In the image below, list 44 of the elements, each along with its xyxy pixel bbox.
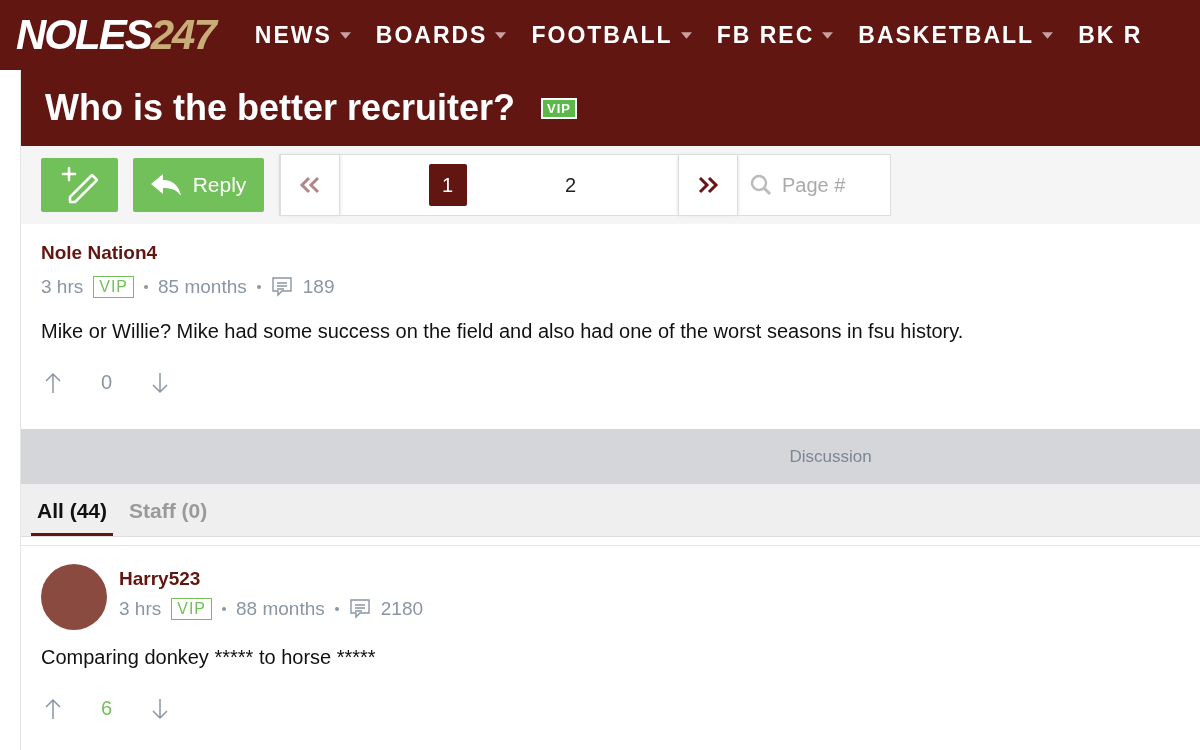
- nav-link[interactable]: BOARDS: [375, 21, 507, 49]
- comment-icon: [348, 598, 371, 620]
- first-page-button[interactable]: [280, 155, 340, 215]
- thread-title: Who is the better recruiter?: [45, 87, 516, 129]
- separator-dot: [334, 607, 339, 611]
- member-tenure: 88 months: [236, 598, 325, 620]
- post-count: 189: [302, 276, 335, 298]
- search-icon: [750, 174, 772, 196]
- page-number[interactable]: 1: [428, 164, 467, 206]
- post-body: Mike or Willie? Mike had some success on the field and also had one of the worst seasons in fsu history.: [41, 320, 965, 343]
- nav-link[interactable]: FB REC: [716, 21, 834, 49]
- separator-dot: [144, 285, 149, 289]
- upvote-arrow-icon[interactable]: [45, 697, 61, 720]
- filter-tab[interactable]: All (44): [31, 499, 113, 536]
- upvote-arrow-icon[interactable]: [45, 371, 61, 394]
- author-name[interactable]: Nole Nation4: [41, 242, 1180, 264]
- vote-score: 6: [101, 697, 113, 720]
- downvote-arrow-icon[interactable]: [152, 697, 169, 720]
- separator-dot: [256, 285, 261, 289]
- page-number[interactable]: 2: [551, 164, 590, 206]
- member-tenure: 85 months: [158, 276, 247, 298]
- double-chevron-left-icon: [299, 176, 321, 194]
- nav-link[interactable]: NEWS: [254, 21, 351, 49]
- downvote-arrow-icon[interactable]: [152, 371, 169, 394]
- vip-badge: VIP: [171, 598, 213, 620]
- separator-dot: [222, 607, 227, 611]
- comment-body: Comparing donkey ***** to horse *****: [41, 646, 377, 669]
- post-time: 3 hrs: [41, 276, 84, 298]
- comment-icon: [270, 276, 293, 298]
- nav-link[interactable]: BASKETBALL: [858, 21, 1054, 49]
- post-time: 3 hrs: [119, 598, 162, 620]
- author-name[interactable]: Harry523: [119, 568, 424, 590]
- nav-link[interactable]: BK R: [1078, 21, 1143, 49]
- vip-badge: VIP: [541, 97, 578, 119]
- nav-link[interactable]: FOOTBALL: [531, 21, 692, 49]
- new-post-button[interactable]: [41, 158, 118, 212]
- last-page-button[interactable]: [678, 155, 738, 215]
- vip-badge: VIP: [93, 276, 135, 298]
- post-count: 2180: [380, 598, 424, 620]
- reply-arrow-icon: [150, 174, 181, 196]
- discussion-label: Discussion: [789, 446, 872, 467]
- double-chevron-right-icon: [697, 176, 719, 194]
- pencil-plus-icon: [59, 165, 100, 205]
- vote-score: 0: [101, 371, 113, 394]
